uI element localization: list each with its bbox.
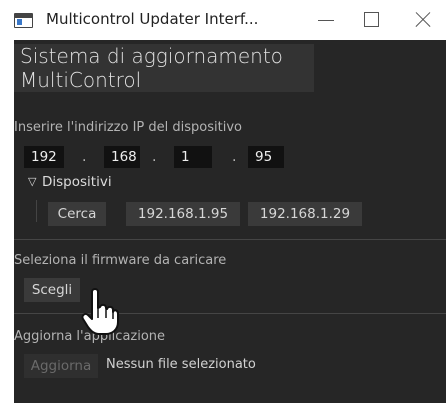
expand-triangle-icon[interactable]: ▽ bbox=[28, 175, 36, 188]
search-devices-button[interactable]: Cerca bbox=[48, 202, 106, 226]
ip-dot-separator: . bbox=[232, 149, 237, 165]
ip-dot-separator: . bbox=[152, 149, 157, 165]
ip-octet-2-input[interactable]: 168 bbox=[104, 146, 140, 168]
device-ip-button[interactable]: 192.168.1.29 bbox=[248, 202, 362, 226]
hand-pointer-cursor-icon bbox=[81, 288, 119, 335]
app-window-icon bbox=[14, 13, 33, 28]
section-divider bbox=[14, 239, 446, 240]
close-button[interactable] bbox=[412, 8, 436, 32]
choose-firmware-button[interactable]: Scegli bbox=[24, 278, 80, 302]
page-title: Sistema di aggiornamento MultiControl bbox=[14, 44, 314, 92]
ip-octet-3-input[interactable]: 1 bbox=[174, 146, 212, 168]
ip-section-label: Inserire l'indirizzo IP del dispositivo bbox=[14, 120, 242, 135]
window-titlebar[interactable]: Multicontrol Updater Interf... bbox=[0, 0, 446, 40]
minimize-button[interactable] bbox=[316, 8, 340, 32]
ip-octet-1-input[interactable]: 192 bbox=[24, 146, 64, 168]
firmware-section-label: Seleziona il firmware da caricare bbox=[14, 253, 227, 268]
section-divider bbox=[14, 313, 446, 314]
device-ip-button[interactable]: 192.168.1.95 bbox=[126, 202, 240, 226]
tree-guide-line bbox=[36, 200, 37, 222]
page-title-line2: MultiControl bbox=[20, 68, 142, 92]
maximize-button[interactable] bbox=[360, 8, 384, 32]
app-content: Sistema di aggiornamento MultiControl In… bbox=[14, 40, 446, 403]
update-status-text: Nessun file selezionato bbox=[106, 357, 256, 372]
ip-dot-separator: . bbox=[82, 149, 87, 165]
page-title-line1: Sistema di aggiornamento bbox=[20, 44, 283, 68]
update-button[interactable]: Aggiorna bbox=[24, 354, 98, 378]
ip-octet-4-input[interactable]: 95 bbox=[248, 146, 284, 168]
window-title: Multicontrol Updater Interf... bbox=[46, 10, 259, 28]
devices-tree-toggle[interactable]: Dispositivi bbox=[42, 174, 112, 190]
